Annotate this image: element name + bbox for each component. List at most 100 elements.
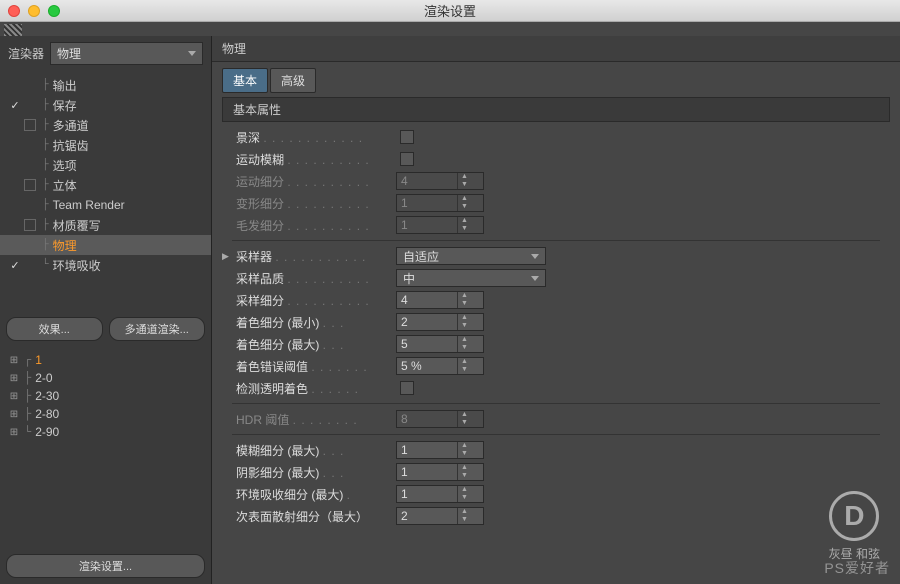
tree-item[interactable]: ├材质覆写 <box>0 215 211 235</box>
tree-item[interactable]: ├物理 <box>0 235 211 255</box>
spin-up[interactable]: ▲ <box>458 336 471 344</box>
combo-box[interactable]: 中 <box>396 269 546 287</box>
spin-down[interactable]: ▼ <box>458 203 471 211</box>
checkbox[interactable] <box>24 179 36 191</box>
tab-basic[interactable]: 基本 <box>222 68 268 93</box>
number-field[interactable]: ▲▼ <box>396 507 484 525</box>
spin-up[interactable]: ▲ <box>458 464 471 472</box>
prop-label: 景深 . . . . . . . . . . . . <box>236 129 396 146</box>
spin-up[interactable]: ▲ <box>458 314 471 322</box>
preset-item[interactable]: ⊞├2-0 <box>0 369 211 387</box>
number-input[interactable] <box>397 509 457 523</box>
checkbox[interactable] <box>24 119 36 131</box>
tree-item[interactable]: ├选项 <box>0 155 211 175</box>
spin-down[interactable]: ▼ <box>458 181 471 189</box>
spin-down[interactable]: ▼ <box>458 450 471 458</box>
preset-item[interactable]: ⊞└2-90 <box>0 423 211 441</box>
spinner[interactable]: ▲▼ <box>457 173 471 189</box>
spinner[interactable]: ▲▼ <box>457 292 471 308</box>
number-field[interactable]: ▲▼ <box>396 441 484 459</box>
checkbox[interactable] <box>24 219 36 231</box>
tree-label: 立体 <box>53 177 207 194</box>
spinner[interactable]: ▲▼ <box>457 464 471 480</box>
preset-item[interactable]: ⊞├2-30 <box>0 387 211 405</box>
number-input[interactable] <box>397 359 457 373</box>
number-input[interactable] <box>397 174 457 188</box>
checkbox[interactable] <box>400 130 414 144</box>
number-input[interactable] <box>397 487 457 501</box>
spinner[interactable]: ▲▼ <box>457 217 471 233</box>
number-field[interactable]: ▲▼ <box>396 410 484 428</box>
spin-down[interactable]: ▼ <box>458 419 471 427</box>
spin-down[interactable]: ▼ <box>458 366 471 374</box>
checkbox[interactable] <box>400 152 414 166</box>
close-button[interactable] <box>8 5 20 17</box>
spinner[interactable]: ▲▼ <box>457 486 471 502</box>
spinner[interactable]: ▲▼ <box>457 442 471 458</box>
spin-down[interactable]: ▼ <box>458 494 471 502</box>
spin-up[interactable]: ▲ <box>458 292 471 300</box>
preset-item[interactable]: ⊞┌1 <box>0 351 211 369</box>
spin-down[interactable]: ▼ <box>458 344 471 352</box>
spin-down[interactable]: ▼ <box>458 472 471 480</box>
number-input[interactable] <box>397 293 457 307</box>
spin-up[interactable]: ▲ <box>458 508 471 516</box>
spin-up[interactable]: ▲ <box>458 173 471 181</box>
tree-item[interactable]: ├抗锯齿 <box>0 135 211 155</box>
spin-up[interactable]: ▲ <box>458 411 471 419</box>
spinner[interactable]: ▲▼ <box>457 411 471 427</box>
number-field[interactable]: ▲▼ <box>396 463 484 481</box>
number-input[interactable] <box>397 196 457 210</box>
number-field[interactable]: ▲▼ <box>396 335 484 353</box>
expand-icon[interactable]: ▶ <box>222 251 234 262</box>
tree-item[interactable]: ├立体 <box>0 175 211 195</box>
number-input[interactable] <box>397 465 457 479</box>
zoom-button[interactable] <box>48 5 60 17</box>
number-field[interactable]: ▲▼ <box>396 485 484 503</box>
spin-up[interactable]: ▲ <box>458 358 471 366</box>
tree-item[interactable]: ✓├保存 <box>0 95 211 115</box>
tree-item[interactable]: ├多通道 <box>0 115 211 135</box>
spin-down[interactable]: ▼ <box>458 322 471 330</box>
prop-row: 采样细分 . . . . . . . . . . ▲▼ <box>222 289 890 311</box>
prop-label: 毛发细分 . . . . . . . . . . <box>236 217 396 234</box>
number-input[interactable] <box>397 443 457 457</box>
spin-down[interactable]: ▼ <box>458 300 471 308</box>
number-field[interactable]: ▲▼ <box>396 357 484 375</box>
number-input[interactable] <box>397 218 457 232</box>
tree-item[interactable]: ├输出 <box>0 75 211 95</box>
multipass-button[interactable]: 多通道渲染... <box>109 317 206 341</box>
spinner[interactable]: ▲▼ <box>457 314 471 330</box>
tree-item[interactable]: ✓└环境吸收 <box>0 255 211 275</box>
tree-item[interactable]: ├Team Render <box>0 195 211 215</box>
spin-up[interactable]: ▲ <box>458 442 471 450</box>
spin-down[interactable]: ▼ <box>458 516 471 524</box>
spin-up[interactable]: ▲ <box>458 217 471 225</box>
number-field[interactable]: ▲▼ <box>396 216 484 234</box>
number-field[interactable]: ▲▼ <box>396 172 484 190</box>
spinner[interactable]: ▲▼ <box>457 195 471 211</box>
number-input[interactable] <box>397 337 457 351</box>
spin-down[interactable]: ▼ <box>458 225 471 233</box>
renderer-dropdown[interactable]: 物理 <box>50 42 203 65</box>
prop-label: 着色错误阈值 . . . . . . . <box>236 358 396 375</box>
preset-icon: ⊞ <box>8 408 20 420</box>
tab-advanced[interactable]: 高级 <box>270 68 316 93</box>
number-field[interactable]: ▲▼ <box>396 194 484 212</box>
spinner[interactable]: ▲▼ <box>457 358 471 374</box>
number-input[interactable] <box>397 315 457 329</box>
combo-box[interactable]: 自适应 <box>396 247 546 265</box>
prop-label: HDR 阈值 . . . . . . . . <box>236 411 396 428</box>
minimize-button[interactable] <box>28 5 40 17</box>
effects-button[interactable]: 效果... <box>6 317 103 341</box>
spin-up[interactable]: ▲ <box>458 486 471 494</box>
render-settings-button[interactable]: 渲染设置... <box>6 554 205 578</box>
spin-up[interactable]: ▲ <box>458 195 471 203</box>
spinner[interactable]: ▲▼ <box>457 336 471 352</box>
preset-item[interactable]: ⊞├2-80 <box>0 405 211 423</box>
number-input[interactable] <box>397 412 457 426</box>
number-field[interactable]: ▲▼ <box>396 313 484 331</box>
checkbox[interactable] <box>400 381 414 395</box>
spinner[interactable]: ▲▼ <box>457 508 471 524</box>
number-field[interactable]: ▲▼ <box>396 291 484 309</box>
